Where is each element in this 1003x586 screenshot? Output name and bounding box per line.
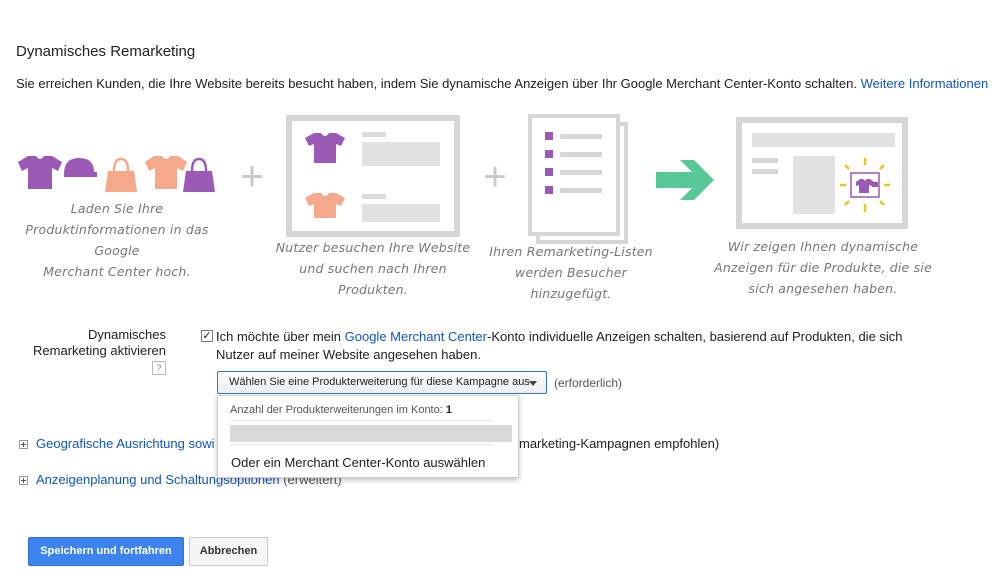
- step4-caption: Wir zeigen Ihnen dynamische Anzeigen für…: [714, 239, 932, 296]
- required-hint: (erforderlich): [554, 376, 623, 390]
- geo-targeting-suffix: marketing-Kampagnen empfohlen): [519, 436, 720, 451]
- save-continue-button[interactable]: Speichern und fortfahren: [28, 537, 184, 566]
- product-feed-dropdown[interactable]: Wählen Sie eine Produkterweiterung für d…: [217, 371, 547, 394]
- intro-body: Sie erreichen Kunden, die Ihre Website b…: [16, 76, 857, 91]
- plus-icon-2: +: [483, 155, 506, 199]
- step3-caption: Ihren Remarketing-Listen werden Besucher…: [489, 244, 653, 301]
- menu-divider: [230, 444, 492, 445]
- expand-plus-icon[interactable]: [19, 476, 28, 486]
- plus-icon: +: [240, 152, 265, 199]
- dynamic-ad-illustration: [736, 117, 908, 229]
- enable-dynamic-remarketing-checkbox[interactable]: ✓: [201, 330, 213, 342]
- section-title: Dynamisches Remarketing: [16, 43, 196, 60]
- product-feed-menu: Anzahl der Produkterweiterungen im Konto…: [217, 395, 519, 478]
- website-illustration: [286, 115, 460, 237]
- geo-targeting-link[interactable]: Geografische Ausrichtung sowi: [36, 436, 214, 451]
- handbag-icon: [183, 157, 215, 192]
- arrow-right-icon: [656, 160, 714, 200]
- cancel-button[interactable]: Abbrechen: [189, 537, 268, 566]
- cap-icon: [64, 158, 97, 177]
- remarketing-list-icon: [528, 114, 628, 244]
- tshirt-peach-icon: [145, 156, 187, 189]
- help-icon[interactable]: ?: [152, 360, 166, 375]
- intro-text: Sie erreichen Kunden, die Ihre Website b…: [16, 76, 988, 91]
- step2-caption: Nutzer besuchen Ihre Website und suchen …: [275, 240, 471, 297]
- chevron-down-icon: [529, 381, 537, 386]
- tshirt-icon: [18, 156, 62, 189]
- step1-caption: Laden Sie Ihre Produktinformationen in d…: [25, 201, 209, 279]
- dynamic-remarketing-label: Dynamisches Remarketing aktivieren?: [33, 327, 166, 375]
- shopping-bag-icon: [105, 157, 137, 192]
- select-merchant-account-option[interactable]: Oder ein Merchant Center-Konto auswählen: [231, 455, 485, 470]
- feed-count-text: Anzahl der Produkterweiterungen im Konto…: [230, 404, 452, 416]
- menu-divider: [230, 420, 492, 421]
- geo-targeting-expander[interactable]: Geografische Ausrichtung sowi: [19, 436, 214, 451]
- feed-option[interactable]: [230, 425, 512, 442]
- optin-text: Ich möchte über mein Google Merchant Cen…: [216, 329, 903, 362]
- learn-more-link[interactable]: Weitere Informationen: [861, 76, 989, 91]
- expand-plus-icon[interactable]: [19, 440, 28, 450]
- merchant-center-link[interactable]: Google Merchant Center: [345, 329, 487, 344]
